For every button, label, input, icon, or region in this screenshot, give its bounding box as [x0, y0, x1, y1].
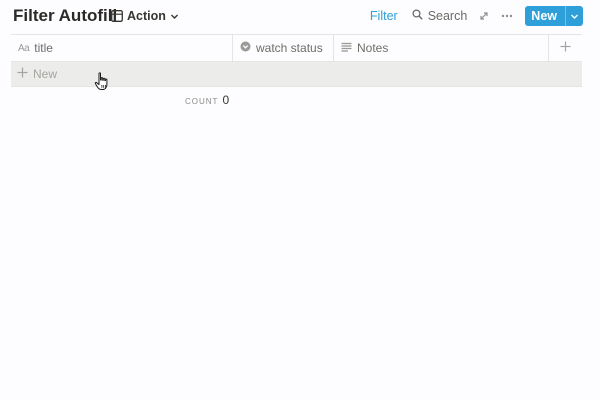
- view-selector[interactable]: Action: [111, 7, 179, 25]
- search-button[interactable]: Search: [412, 9, 468, 23]
- column-label: title: [34, 41, 53, 55]
- count-label: COUNT: [185, 97, 219, 106]
- search-icon: [412, 9, 423, 23]
- select-type-icon: [240, 41, 251, 55]
- view-label: Action: [127, 9, 166, 23]
- add-column-button[interactable]: [549, 35, 582, 61]
- column-label: Notes: [357, 41, 389, 55]
- column-header-title[interactable]: Aa title: [11, 35, 233, 61]
- text-type-icon: Aa: [18, 42, 30, 54]
- chevron-down-icon: [170, 12, 179, 21]
- database-title[interactable]: Filter Autofill: [13, 6, 117, 26]
- search-label: Search: [427, 9, 468, 23]
- filter-button[interactable]: Filter: [370, 9, 398, 23]
- plus-icon: [560, 41, 571, 55]
- new-options-chevron-icon[interactable]: [565, 6, 583, 26]
- column-header-watch-status[interactable]: watch status: [233, 35, 334, 61]
- count-value: 0: [222, 93, 230, 107]
- add-row-label: New: [33, 67, 58, 81]
- row-count[interactable]: COUNT 0: [185, 93, 229, 107]
- column-label: watch status: [256, 41, 323, 55]
- expand-icon[interactable]: [479, 11, 489, 21]
- new-button-label[interactable]: New: [525, 6, 565, 26]
- lines-type-icon: [341, 41, 352, 55]
- page-header: Filter Autofill Action Filter Search New: [0, 0, 600, 34]
- column-header-notes[interactable]: Notes: [334, 35, 549, 61]
- more-icon[interactable]: [501, 14, 513, 18]
- hand-pointer-cursor-icon: [94, 72, 110, 96]
- table-icon: [111, 10, 123, 22]
- new-button[interactable]: New: [525, 6, 583, 26]
- toolbar: Filter Search New: [370, 6, 583, 26]
- plus-icon: [17, 67, 28, 81]
- table-header: Aa title watch status Notes: [11, 34, 582, 62]
